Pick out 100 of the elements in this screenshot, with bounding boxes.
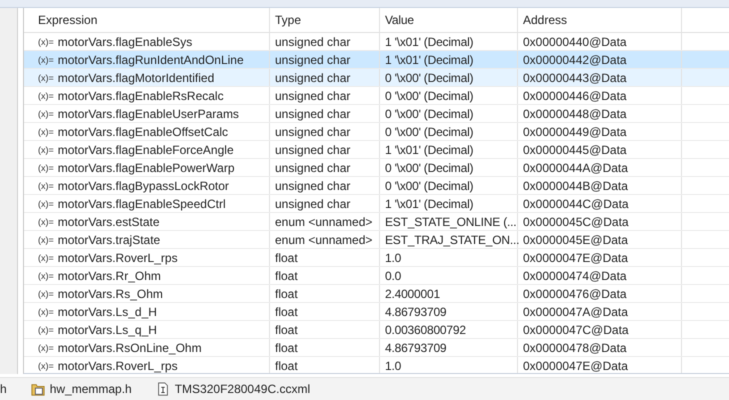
value-text: 1 '\x01' (Decimal) bbox=[385, 196, 474, 210]
address-text: 0x00000445@Data bbox=[523, 142, 627, 156]
type-text: float bbox=[275, 340, 298, 354]
expression-name: motorVars.trajState bbox=[58, 232, 160, 246]
table-row[interactable]: (x)= motorVars.RoverL_rps float 1.0 0x0000047E@Data bbox=[24, 249, 729, 267]
variable-icon: (x)= bbox=[38, 180, 54, 190]
table-row[interactable]: (x)= motorVars.flagRunIdentAndOnLine unsigned char 1 '\x01' (Decimal) 0x00000442@Data bbox=[24, 51, 729, 69]
type-text: float bbox=[275, 322, 298, 336]
value-text: 1.0 bbox=[385, 358, 402, 372]
type-text: float bbox=[275, 250, 298, 264]
value-text: 0 '\x00' (Decimal) bbox=[385, 106, 474, 120]
address-text: 0x00000474@Data bbox=[523, 268, 627, 282]
table-row[interactable]: (x)= motorVars.Rs_Ohm float 2.4000001 0x00000476@Data bbox=[24, 285, 729, 303]
address-text: 0x0000047A@Data bbox=[523, 304, 628, 318]
table-row[interactable]: (x)= motorVars.flagEnableForceAngle unsigned char 1 '\x01' (Decimal) 0x00000445@Data bbox=[24, 141, 729, 159]
variable-icon: (x)= bbox=[38, 234, 54, 244]
variable-icon: (x)= bbox=[38, 108, 54, 118]
expression-name: motorVars.flagMotorIdentified bbox=[58, 70, 214, 84]
address-text: 0x00000443@Data bbox=[523, 70, 627, 84]
address-text: 0x0000044A@Data bbox=[523, 160, 628, 174]
address-text: 0x0000047C@Data bbox=[523, 322, 629, 336]
address-text: 0x0000045E@Data bbox=[523, 232, 628, 246]
type-text: unsigned char bbox=[275, 160, 350, 174]
expression-name: motorVars.estState bbox=[58, 214, 160, 228]
address-text: 0x00000442@Data bbox=[523, 52, 627, 66]
type-text: enum <unnamed> bbox=[275, 232, 372, 246]
variable-icon: (x)= bbox=[38, 270, 54, 280]
column-header[interactable]: Value bbox=[380, 8, 518, 32]
table-row[interactable]: (x)= motorVars.RsOnLine_Ohm float 4.86793709 0x00000478@Data bbox=[24, 339, 729, 357]
type-text: unsigned char bbox=[275, 124, 350, 138]
expression-name: motorVars.RsOnLine_Ohm bbox=[58, 340, 202, 354]
type-text: float bbox=[275, 268, 298, 282]
address-text: 0x0000047E@Data bbox=[523, 358, 628, 372]
editor-tab[interactable]: h bbox=[0, 382, 7, 396]
type-text: enum <unnamed> bbox=[275, 214, 372, 228]
config-file-icon bbox=[156, 382, 170, 396]
type-text: float bbox=[275, 286, 298, 300]
variable-icon: (x)= bbox=[38, 36, 54, 46]
type-text: float bbox=[275, 358, 298, 372]
address-text: 0x0000045C@Data bbox=[523, 214, 629, 228]
variable-icon: (x)= bbox=[38, 144, 54, 154]
expression-name: motorVars.flagEnableSys bbox=[58, 34, 192, 48]
type-text: unsigned char bbox=[275, 178, 350, 192]
value-text: 0 '\x00' (Decimal) bbox=[385, 178, 474, 192]
variable-icon: (x)= bbox=[38, 198, 54, 208]
variable-icon: (x)= bbox=[38, 342, 54, 352]
value-text: EST_TRAJ_STATE_ON... bbox=[385, 232, 520, 246]
table-row[interactable]: (x)= motorVars.flagMotorIdentified unsigned char 0 '\x00' (Decimal) 0x00000443@Data bbox=[24, 69, 729, 87]
editor-tab[interactable]: TMS320F280049C.ccxml bbox=[156, 382, 310, 396]
variable-icon: (x)= bbox=[38, 126, 54, 136]
variable-icon: (x)= bbox=[38, 306, 54, 316]
variable-icon: (x)= bbox=[38, 216, 54, 226]
value-text: 1 '\x01' (Decimal) bbox=[385, 34, 474, 48]
variable-icon: (x)= bbox=[38, 360, 54, 370]
expression-name: motorVars.RoverL_rps bbox=[58, 250, 178, 264]
value-text: 1 '\x01' (Decimal) bbox=[385, 142, 474, 156]
column-header[interactable]: Address bbox=[518, 8, 682, 32]
variable-icon: (x)= bbox=[38, 72, 54, 82]
table-row[interactable]: (x)= motorVars.estState enum <unnamed> EST_STATE_ONLINE (... 0x0000045C@Data bbox=[24, 213, 729, 231]
type-text: unsigned char bbox=[275, 196, 350, 210]
expression-name: motorVars.flagEnableUserParams bbox=[58, 106, 239, 120]
table-row[interactable]: (x)= motorVars.Rr_Ohm float 0.0 0x00000474@Data bbox=[24, 267, 729, 285]
table-row[interactable]: (x)= motorVars.flagBypassLockRotor unsigned char 0 '\x00' (Decimal) 0x0000044B@Data bbox=[24, 177, 729, 195]
expression-name: motorVars.flagEnableRsRecalc bbox=[58, 88, 224, 102]
header-file-icon bbox=[30, 382, 45, 396]
table-row[interactable]: (x)= motorVars.trajState enum <unnamed> EST_TRAJ_STATE_ON... 0x0000045E@Data bbox=[24, 231, 729, 249]
variable-icon: (x)= bbox=[38, 90, 54, 100]
value-text: 4.86793709 bbox=[385, 304, 446, 318]
type-text: unsigned char bbox=[275, 106, 350, 120]
table-row[interactable]: (x)= motorVars.Ls_q_H float 0.00360800792 0x0000047C@Data bbox=[24, 321, 729, 339]
expression-name: motorVars.flagBypassLockRotor bbox=[58, 178, 229, 192]
value-text: 0 '\x00' (Decimal) bbox=[385, 70, 474, 84]
table-row[interactable]: (x)= motorVars.flagEnableOffsetCalc unsigned char 0 '\x00' (Decimal) 0x00000449@Data bbox=[24, 123, 729, 141]
type-text: unsigned char bbox=[275, 88, 350, 102]
table-row[interactable]: (x)= motorVars.Ls_d_H float 4.86793709 0x0000047A@Data bbox=[24, 303, 729, 321]
address-text: 0x00000449@Data bbox=[523, 124, 627, 138]
variable-icon: (x)= bbox=[38, 252, 54, 262]
address-text: 0x00000440@Data bbox=[523, 34, 627, 48]
column-header[interactable]: Type bbox=[270, 8, 380, 32]
address-text: 0x0000044C@Data bbox=[523, 196, 629, 210]
expression-name: motorVars.flagEnableForceAngle bbox=[58, 142, 234, 156]
expression-name: motorVars.Ls_d_H bbox=[58, 304, 157, 318]
type-text: unsigned char bbox=[275, 142, 350, 156]
table-row[interactable]: (x)= motorVars.RoverL_rps float 1.0 0x0000047E@Data bbox=[24, 357, 729, 373]
editor-tab[interactable]: hw_memmap.h bbox=[30, 382, 132, 396]
value-text: 4.86793709 bbox=[385, 340, 446, 354]
expression-name: motorVars.flagEnableOffsetCalc bbox=[58, 124, 228, 138]
variable-icon: (x)= bbox=[38, 162, 54, 172]
column-header[interactable]: Expression bbox=[24, 8, 270, 32]
variable-icon: (x)= bbox=[38, 54, 54, 64]
value-text: 0 '\x00' (Decimal) bbox=[385, 124, 474, 138]
table-row[interactable]: (x)= motorVars.flagEnablePowerWarp unsigned char 0 '\x00' (Decimal) 0x0000044A@Data bbox=[24, 159, 729, 177]
table-row[interactable]: (x)= motorVars.flagEnableRsRecalc unsigned char 0 '\x00' (Decimal) 0x00000446@Data bbox=[24, 87, 729, 105]
value-text: 0 '\x00' (Decimal) bbox=[385, 160, 474, 174]
value-text: 0 '\x00' (Decimal) bbox=[385, 88, 474, 102]
table-row[interactable]: (x)= motorVars.flagEnableUserParams unsigned char 0 '\x00' (Decimal) 0x00000448@Data bbox=[24, 105, 729, 123]
table-row[interactable]: (x)= motorVars.flagEnableSpeedCtrl unsigned char 1 '\x01' (Decimal) 0x0000044C@Data bbox=[24, 195, 729, 213]
variable-icon: (x)= bbox=[38, 288, 54, 298]
expression-name: motorVars.flagEnableSpeedCtrl bbox=[58, 196, 226, 210]
address-text: 0x00000476@Data bbox=[523, 286, 627, 300]
